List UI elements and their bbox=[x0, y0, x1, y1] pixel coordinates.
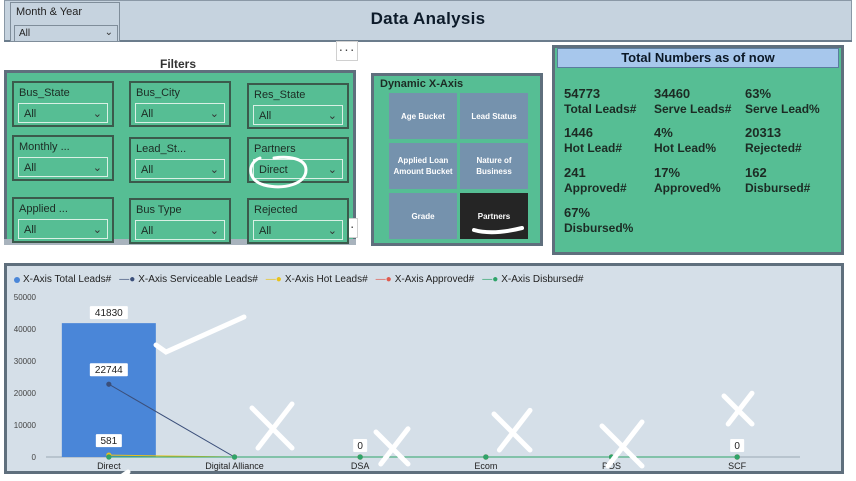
series-point bbox=[106, 454, 112, 460]
series-point bbox=[231, 454, 238, 460]
y-tick-label: 10000 bbox=[14, 421, 37, 430]
x-tick-label: SCF bbox=[728, 461, 747, 471]
y-tick-label: 40000 bbox=[14, 325, 37, 334]
x-tick-label: Ecom bbox=[474, 461, 497, 471]
data-label: 22744 bbox=[95, 365, 123, 376]
x-tick-label: Digital Alliance bbox=[205, 461, 264, 471]
annotation-checkmark bbox=[153, 314, 247, 355]
y-tick-label: 0 bbox=[32, 453, 37, 462]
data-label: 0 bbox=[734, 441, 740, 452]
series-point bbox=[106, 381, 112, 387]
x-tick-label: Direct bbox=[97, 461, 121, 471]
data-label: 41830 bbox=[95, 308, 123, 319]
y-tick-label: 50000 bbox=[14, 293, 37, 302]
y-tick-label: 20000 bbox=[14, 389, 37, 398]
data-label: 581 bbox=[100, 436, 117, 447]
annotation-mark bbox=[115, 469, 131, 481]
data-label: 0 bbox=[357, 441, 363, 452]
y-tick-label: 30000 bbox=[14, 357, 37, 366]
series-point bbox=[483, 454, 489, 460]
x-tick-label: DSA bbox=[351, 461, 370, 471]
series-point bbox=[357, 454, 363, 460]
series-point bbox=[734, 454, 740, 460]
chart-plot: 0 10000 20000 30000 40000 50000 Direct Digital … bbox=[14, 293, 800, 481]
